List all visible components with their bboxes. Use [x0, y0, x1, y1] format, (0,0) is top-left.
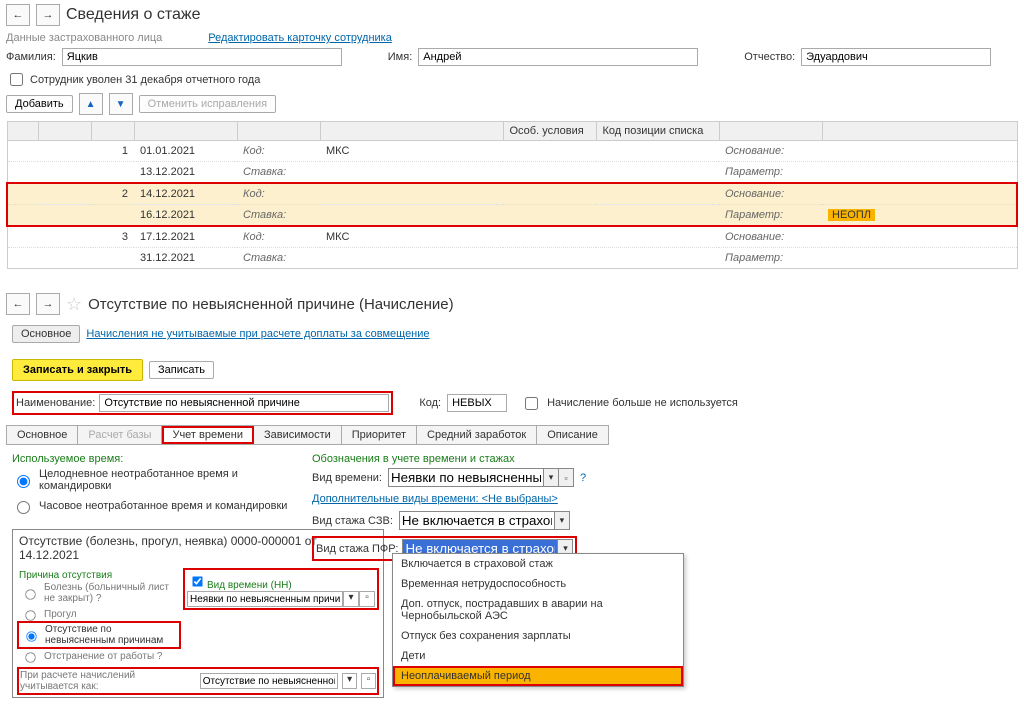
additional-kinds-link[interactable]: Дополнительные виды времени: <Не выбраны… — [312, 493, 558, 505]
mf-reason-label: Причина отсутствия — [19, 570, 179, 581]
dd-item[interactable]: Неоплачиваемый период — [393, 666, 683, 686]
add-button[interactable]: Добавить — [6, 95, 73, 113]
insured-data-label: Данные застрахованного лица — [6, 32, 162, 44]
forward2-button[interactable]: → — [36, 293, 60, 315]
mf-kind-check[interactable] — [192, 576, 202, 586]
dd-item[interactable]: Временная нетрудоспособность — [393, 574, 683, 594]
chevron-down-icon[interactable]: ▾ — [554, 512, 569, 529]
save-button[interactable]: Записать — [149, 361, 214, 379]
col-special: Особ. условия — [503, 122, 596, 141]
mf-r4[interactable] — [25, 652, 35, 662]
szv-label: Вид стажа СЗВ: — [312, 515, 393, 527]
help-icon[interactable]: ? — [580, 472, 586, 484]
exclusion-link[interactable]: Начисления не учитываемые при расчете до… — [86, 328, 429, 340]
table-row[interactable]: 317.12.2021Код:МКСОснование: — [7, 226, 1017, 248]
surname-label: Фамилия: — [6, 51, 56, 63]
kind-label: Вид времени: — [312, 472, 382, 484]
calc-name-input[interactable] — [99, 394, 389, 412]
not-used-label: Начисление больше не используется — [547, 397, 738, 409]
dd-item[interactable]: Включается в страховой стаж — [393, 554, 683, 574]
cancel-corrections-button[interactable]: Отменить исправления — [139, 95, 276, 113]
table-row[interactable]: 101.01.2021Код:МКСОснование: — [7, 141, 1017, 162]
dd-item[interactable]: Дети — [393, 646, 683, 666]
mf-r1[interactable] — [25, 589, 35, 599]
page-title: Сведения о стаже — [66, 4, 201, 26]
patronymic-label: Отчество: — [744, 51, 795, 63]
table-row[interactable]: 214.12.2021Код:Основание: — [7, 183, 1017, 205]
kind-combo[interactable]: ▾ ▫ — [388, 468, 574, 487]
employee-fired-checkbox[interactable] — [10, 73, 23, 86]
tab-1[interactable]: Расчет базы — [78, 426, 162, 444]
calc-title: Отсутствие по невыясненной причине (Начи… — [88, 296, 453, 313]
used-time-label: Используемое время: — [12, 453, 292, 465]
chevron-down-icon[interactable]: ▾ — [543, 469, 558, 486]
table-row[interactable]: 16.12.2021Ставка:Параметр:НЕОПЛ — [7, 205, 1017, 227]
move-down-button[interactable]: ▼ — [109, 93, 133, 115]
table-row[interactable]: 31.12.2021Ставка:Параметр: — [7, 248, 1017, 269]
kind-input[interactable] — [389, 469, 543, 486]
tab-2[interactable]: Учет времени — [162, 426, 254, 444]
surname-input[interactable] — [62, 48, 342, 66]
open-icon[interactable]: ▫ — [558, 469, 573, 486]
full-day-radio[interactable] — [17, 475, 30, 488]
calc-code-label: Код: — [419, 397, 441, 409]
move-up-button[interactable]: ▲ — [79, 93, 103, 115]
experience-table: Особ. условия Код позиции списка 101.01.… — [6, 121, 1018, 269]
patronymic-input[interactable] — [801, 48, 991, 66]
name-label: Имя: — [388, 51, 412, 63]
back2-button[interactable]: ← — [6, 293, 30, 315]
edit-card-link[interactable]: Редактировать карточку сотрудника — [208, 32, 392, 44]
tab-3[interactable]: Зависимости — [254, 426, 342, 444]
back-button[interactable]: ← — [6, 4, 30, 26]
hourly-radio[interactable] — [17, 501, 30, 514]
tab-6[interactable]: Описание — [537, 426, 608, 444]
tab-5[interactable]: Средний заработок — [417, 426, 537, 444]
tab-4[interactable]: Приоритет — [342, 426, 417, 444]
employee-fired-label: Сотрудник уволен 31 декабря отчетного го… — [30, 74, 260, 86]
pfr-dropdown-list: Включается в страховой стажВременная нет… — [392, 553, 684, 687]
calc-name-label: Наименование: — [16, 397, 95, 409]
pfr-label: Вид стажа ПФР: — [316, 543, 398, 555]
szv-combo[interactable]: ▾ — [399, 511, 570, 530]
full-day-label: Целодневное неотработанное время и коман… — [39, 468, 292, 492]
table-row[interactable]: 13.12.2021Ставка:Параметр: — [7, 162, 1017, 184]
forward-button[interactable]: → — [36, 4, 60, 26]
main-link[interactable]: Основное — [12, 325, 80, 343]
tab-0[interactable]: Основное — [7, 426, 78, 444]
calc-code-input[interactable] — [447, 394, 507, 412]
dd-item[interactable]: Отпуск без сохранения зарплаты — [393, 626, 683, 646]
favorite-icon[interactable]: ☆ — [66, 294, 82, 315]
name-input[interactable] — [418, 48, 698, 66]
designations-label: Обозначения в учете времени и стажах — [312, 453, 1018, 465]
dd-item[interactable]: Доп. отпуск, пострадавших в аварии на Че… — [393, 594, 683, 626]
mf-r2[interactable] — [25, 610, 35, 620]
hourly-label: Часовое неотработанное время и командиро… — [39, 500, 287, 512]
calc-tabs: ОсновноеРасчет базыУчет времениЗависимос… — [6, 425, 609, 445]
szv-input[interactable] — [400, 512, 554, 529]
not-used-checkbox[interactable] — [525, 397, 538, 410]
col-position: Код позиции списка — [596, 122, 719, 141]
save-close-button[interactable]: Записать и закрыть — [12, 359, 143, 381]
mf-r3[interactable] — [26, 631, 36, 641]
